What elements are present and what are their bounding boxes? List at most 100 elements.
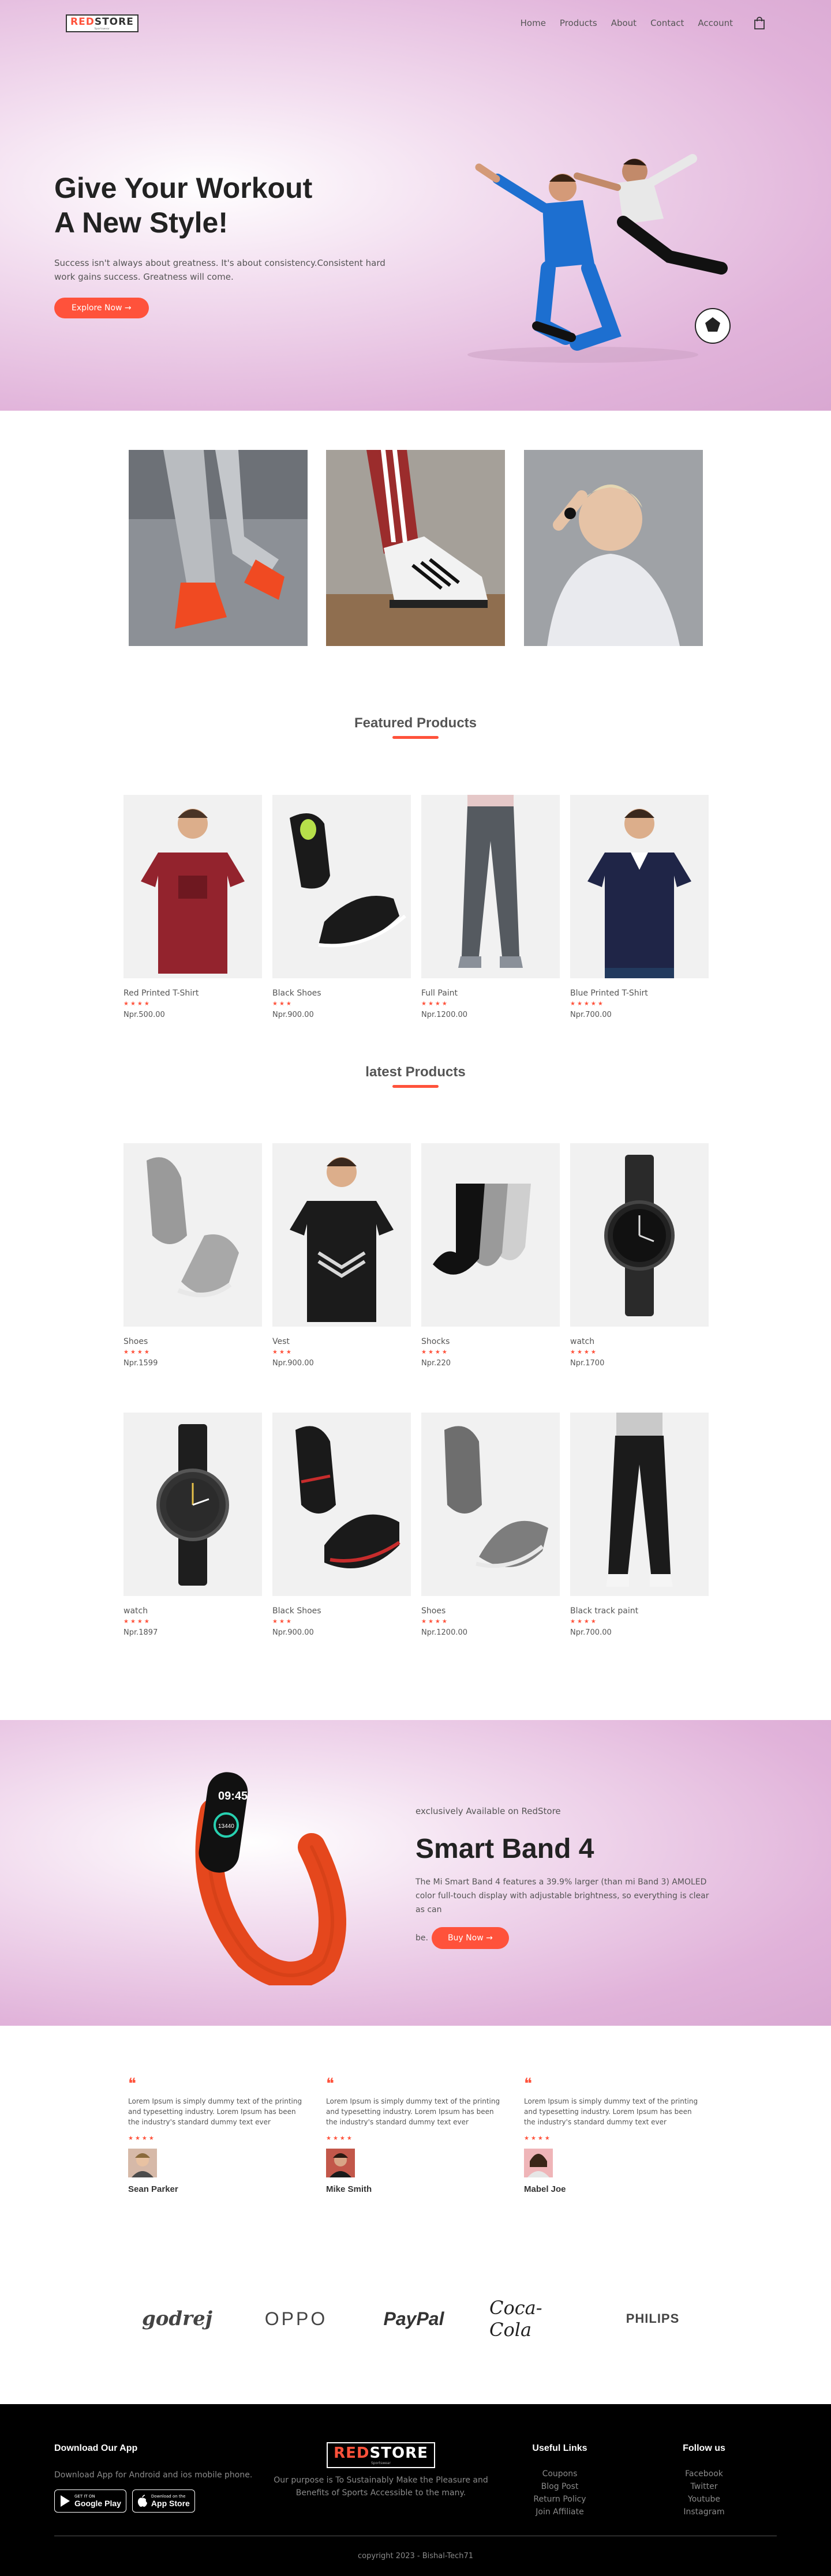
site-logo[interactable]: REDSTORE Sportswear <box>66 14 138 32</box>
product-card[interactable]: Shoes ★★★★ Npr.1599 <box>123 1143 262 1368</box>
footer-link-facebook[interactable]: Facebook <box>669 2468 739 2480</box>
hero-section: REDSTORE Sportswear Home Products About … <box>0 0 831 411</box>
footer-follow-col: Follow us Facebook Twitter Youtube Insta… <box>669 2443 739 2518</box>
product-image-black-red-shoes <box>272 1413 411 1596</box>
offer-title: Smart Band 4 <box>415 1834 594 1864</box>
offer-section: 09:45 13440 exclusively Available on Red… <box>0 1720 831 2026</box>
smart-band-image: 09:45 13440 <box>195 1772 346 1985</box>
nav-products[interactable]: Products <box>560 18 597 28</box>
avatar <box>326 2149 355 2177</box>
product-image-grey-pants <box>421 795 560 978</box>
rating-stars: ★★★★ <box>123 1349 151 1355</box>
testimonial-card: ❝ Lorem Ipsum is simply dummy text of th… <box>326 2076 505 2194</box>
footer-link-coupons[interactable]: Coupons <box>519 2468 600 2480</box>
category-image-hoodie-woman[interactable] <box>524 450 703 646</box>
testimonial-card: ❝ Lorem Ipsum is simply dummy text of th… <box>128 2076 307 2194</box>
footer-link-blog[interactable]: Blog Post <box>519 2480 600 2493</box>
brand-logo-paypal: PayPal <box>383 2308 444 2329</box>
nav-contact[interactable]: Contact <box>650 18 684 28</box>
rating-stars: ★★★★ <box>570 1349 598 1355</box>
latest-products-title: latest Products <box>0 1064 831 1088</box>
brand-logo-oppo: OPPO <box>264 2308 328 2329</box>
category-image-adidas-shoes[interactable] <box>326 450 505 646</box>
rating-stars: ★★★★ <box>326 2135 354 2142</box>
product-image-black-track-pants <box>570 1413 709 1596</box>
navbar: REDSTORE Sportswear Home Products About … <box>66 12 768 35</box>
product-image-black-shoes <box>272 795 411 978</box>
product-image-red-tshirt <box>123 795 262 978</box>
nav-account[interactable]: Account <box>698 18 733 28</box>
apple-icon <box>137 2495 147 2507</box>
product-card[interactable]: Black Shoes ★★★ Npr.900.00 <box>272 795 411 1019</box>
product-card[interactable]: Shocks ★★★★ Npr.220 <box>421 1143 560 1368</box>
rating-stars: ★★★★ <box>421 1619 449 1625</box>
hero-title: Give Your Workout A New Style! <box>54 172 313 239</box>
product-image-black-watch <box>570 1143 709 1327</box>
rating-stars: ★★★★ <box>570 1619 598 1625</box>
footer-link-youtube[interactable]: Youtube <box>669 2493 739 2506</box>
footer-logo[interactable]: REDSTORE Sportswear <box>327 2442 435 2468</box>
band-time: 09:45 <box>218 1790 248 1803</box>
nav-home[interactable]: Home <box>521 18 546 28</box>
product-image-black-vest <box>272 1143 411 1327</box>
avatar <box>128 2149 157 2177</box>
brand-logo-cocacola: Coca-Cola <box>489 2297 542 2341</box>
footer-link-twitter[interactable]: Twitter <box>669 2480 739 2493</box>
category-image-sneakers[interactable] <box>129 450 308 646</box>
footer-brand-col: REDSTORE Sportswear Our purpose is To Su… <box>271 2442 491 2499</box>
product-image-grey-shoes <box>123 1143 262 1327</box>
shopping-bag-icon[interactable] <box>751 15 768 31</box>
rating-stars: ★★★★ <box>421 1001 449 1007</box>
rating-stars: ★★★★ <box>123 1619 151 1625</box>
footer-useful-links-col: Useful Links Coupons Blog Post Return Po… <box>519 2443 600 2518</box>
footer-link-instagram[interactable]: Instagram <box>669 2506 739 2518</box>
band-steps: 13440 <box>218 1823 234 1830</box>
product-image-blue-tshirt <box>570 795 709 978</box>
copyright: copyright 2023 - Bishal-Tech71 <box>357 2552 474 2560</box>
google-play-badge[interactable]: GET IT ON Google Play <box>54 2489 126 2513</box>
product-card[interactable]: watch ★★★★ Npr.1897 <box>123 1413 262 1637</box>
testimonial-card: ❝ Lorem Ipsum is simply dummy text of th… <box>524 2076 703 2194</box>
google-play-icon <box>61 2495 70 2507</box>
categories-section <box>0 411 831 711</box>
product-card[interactable]: Vest ★★★ Npr.900.00 <box>272 1143 411 1368</box>
rating-stars: ★★★★ <box>123 1001 151 1007</box>
footer-download-col: Download Our App Download App for Androi… <box>54 2443 262 2513</box>
footer-link-affiliate[interactable]: Join Affiliate <box>519 2506 600 2518</box>
hero-description: Success isn't always about greatness. It… <box>54 258 385 282</box>
product-card[interactable]: watch ★★★★ Npr.1700 <box>570 1143 709 1368</box>
product-card[interactable]: Red Printed T-Shirt ★★★★ Npr.500.00 <box>123 795 262 1019</box>
buy-now-button[interactable]: Buy Now → <box>431 1927 509 1949</box>
quote-icon: ❝ <box>524 2075 532 2093</box>
main-nav: Home Products About Contact Account <box>521 15 768 31</box>
offer-description: The Mi Smart Band 4 features a 39.9% lar… <box>415 1877 709 1914</box>
quote-icon: ❝ <box>326 2075 334 2093</box>
explore-now-button[interactable]: Explore Now → <box>54 298 149 318</box>
product-card[interactable]: Black track paint ★★★★ Npr.700.00 <box>570 1413 709 1637</box>
rating-stars: ★★★ <box>272 1349 293 1355</box>
featured-products-title: Featured Products <box>0 715 831 739</box>
rating-stars: ★★★ <box>272 1001 293 1007</box>
nav-about[interactable]: About <box>611 18 637 28</box>
brand-logo-philips: PHILIPS <box>626 2311 680 2326</box>
offer-text: exclusively Available on RedStore Smart … <box>415 1794 716 1949</box>
quote-icon: ❝ <box>128 2075 136 2093</box>
product-image-dark-watch <box>123 1413 262 1596</box>
rating-stars: ★★★★ <box>421 1349 449 1355</box>
rating-stars: ★★★ <box>272 1619 293 1625</box>
product-card[interactable]: Full Paint ★★★★ Npr.1200.00 <box>421 795 560 1019</box>
hero-text: Give Your Workout A New Style! Success is… <box>54 171 400 318</box>
product-card[interactable]: Black Shoes ★★★ Npr.900.00 <box>272 1413 411 1637</box>
avatar <box>524 2149 553 2177</box>
footer: Download Our App Download App for Androi… <box>0 2404 831 2576</box>
rating-stars: ★★★★★ <box>570 1001 605 1007</box>
rating-stars: ★★★★ <box>524 2135 552 2142</box>
hero-footballers-image <box>467 154 731 363</box>
rating-stars: ★★★★ <box>128 2135 156 2142</box>
product-card[interactable]: Blue Printed T-Shirt ★★★★★ Npr.700.00 <box>570 795 709 1019</box>
product-image-socks <box>421 1143 560 1327</box>
app-store-badge[interactable]: Download on the App Store <box>132 2489 195 2513</box>
product-card[interactable]: Shoes ★★★★ Npr.1200.00 <box>421 1413 560 1637</box>
brand-logo-godrej: godrej <box>141 2307 213 2330</box>
footer-link-return-policy[interactable]: Return Policy <box>519 2493 600 2506</box>
